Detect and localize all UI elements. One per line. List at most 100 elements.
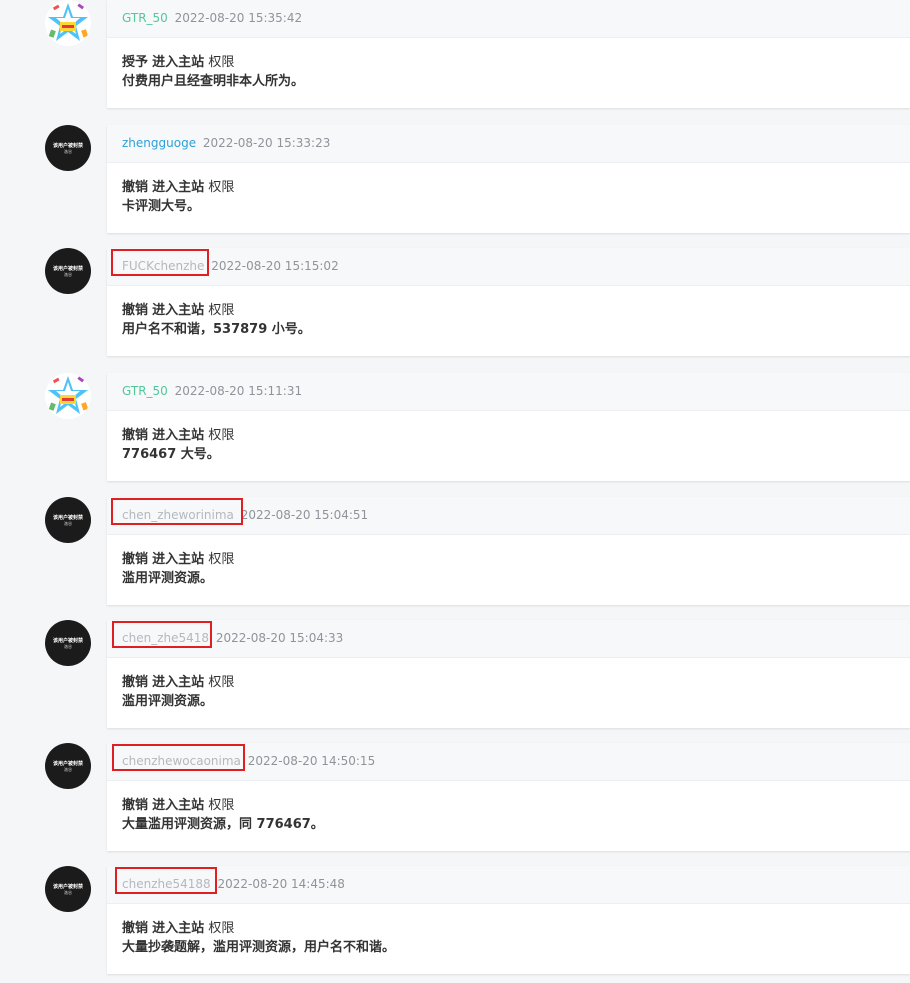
log-card-body: 撤销 进入主站 权限 大量抄袭题解，滥用评测资源，用户名不和谐。 — [107, 904, 910, 957]
username-link[interactable]: chenzhe54188 — [122, 877, 211, 891]
log-card-body: 授予 进入主站 权限 付费用户且经查明非本人所为。 — [107, 38, 910, 91]
permission-action-line: 授予 进入主站 权限 — [122, 53, 895, 72]
action-verb: 撤销 — [122, 675, 149, 690]
log-card-body: 撤销 进入主站 权限 滥用评测资源。 — [107, 658, 910, 711]
action-verb: 撤销 — [122, 921, 149, 936]
permission-name: 进入主站 — [152, 921, 205, 936]
log-card: GTR_50 2022-08-20 15:11:31 撤销 进入主站 权限 77… — [107, 373, 910, 481]
log-entry: 该用户被封禁 洛谷 FUCKchenzhe 2022-08-20 15:15:0… — [0, 248, 910, 356]
log-card-header: chen_zhe5418 2022-08-20 15:04:33 — [107, 620, 910, 658]
permission-action-line: 撤销 进入主站 权限 — [122, 919, 895, 938]
reason-text: 用户名不和谐，537879 小号。 — [122, 322, 311, 337]
action-verb: 撤销 — [122, 180, 149, 195]
action-verb: 撤销 — [122, 428, 149, 443]
log-card-body: 撤销 进入主站 权限 卡评测大号。 — [107, 163, 910, 216]
permission-name: 进入主站 — [152, 798, 205, 813]
username-link[interactable]: chen_zheworinima — [122, 508, 234, 522]
log-card-header: chenzhewocaonima 2022-08-20 14:50:15 — [107, 743, 910, 781]
log-card-header: GTR_50 2022-08-20 15:11:31 — [107, 373, 910, 411]
reason-text: 776467 大号。 — [122, 447, 220, 462]
permission-suffix: 权限 — [208, 675, 235, 690]
username-link[interactable]: zhengguoge — [122, 136, 196, 150]
log-entry: 该用户被封禁 洛谷 chen_zheworinima 2022-08-20 15… — [0, 497, 910, 605]
star-badge-icon — [45, 373, 91, 419]
log-entry: GTR_50 2022-08-20 15:11:31 撤销 进入主站 权限 77… — [0, 373, 910, 481]
log-entry: 该用户被封禁 洛谷 chenzhewocaonima 2022-08-20 14… — [0, 743, 910, 851]
username-link[interactable]: chen_zhe5418 — [122, 631, 209, 645]
action-verb: 授予 — [122, 55, 149, 70]
log-entry: 该用户被封禁 洛谷 chenzhe54188 2022-08-20 14:45:… — [0, 866, 910, 974]
log-card-header: chenzhe54188 2022-08-20 14:45:48 — [107, 866, 910, 904]
timestamp: 2022-08-20 15:11:31 — [174, 384, 303, 398]
permission-name: 进入主站 — [152, 675, 205, 690]
log-card-body: 撤销 进入主站 权限 用户名不和谐，537879 小号。 — [107, 286, 910, 339]
banned-avatar-subtext: 洛谷 — [64, 766, 72, 772]
timestamp: 2022-08-20 15:04:51 — [240, 508, 369, 522]
permission-name: 进入主站 — [152, 180, 205, 195]
username-link[interactable]: chenzhewocaonima — [122, 754, 241, 768]
avatar[interactable]: 该用户被封禁 洛谷 — [45, 125, 91, 171]
log-card: zhengguoge 2022-08-20 15:33:23 撤销 进入主站 权… — [107, 125, 910, 233]
reason-text: 大量滥用评测资源，同 776467。 — [122, 817, 324, 832]
avatar[interactable] — [45, 373, 91, 419]
reason-text: 滥用评测资源。 — [122, 694, 214, 709]
log-card-header: zhengguoge 2022-08-20 15:33:23 — [107, 125, 910, 163]
permission-suffix: 权限 — [208, 55, 235, 70]
action-verb: 撤销 — [122, 798, 149, 813]
log-card: GTR_50 2022-08-20 15:35:42 授予 进入主站 权限 付费… — [107, 0, 910, 108]
timestamp: 2022-08-20 15:04:33 — [215, 631, 344, 645]
log-card: chen_zhe5418 2022-08-20 15:04:33 撤销 进入主站… — [107, 620, 910, 728]
log-card: FUCKchenzhe 2022-08-20 15:15:02 撤销 进入主站 … — [107, 248, 910, 356]
log-card: chen_zheworinima 2022-08-20 15:04:51 撤销 … — [107, 497, 910, 605]
banned-avatar-subtext: 洛谷 — [64, 520, 72, 526]
banned-avatar-subtext: 洛谷 — [64, 148, 72, 154]
timestamp: 2022-08-20 14:45:48 — [217, 877, 345, 891]
log-entry: GTR_50 2022-08-20 15:35:42 授予 进入主站 权限 付费… — [0, 0, 910, 108]
reason-text: 卡评测大号。 — [122, 199, 201, 214]
action-verb: 撤销 — [122, 303, 149, 318]
permission-action-line: 撤销 进入主站 权限 — [122, 301, 895, 320]
permission-action-line: 撤销 进入主站 权限 — [122, 796, 895, 815]
reason-text: 大量抄袭题解，滥用评测资源，用户名不和谐。 — [122, 940, 396, 955]
permission-suffix: 权限 — [208, 428, 235, 443]
avatar[interactable]: 该用户被封禁 洛谷 — [45, 866, 91, 912]
permission-name: 进入主站 — [152, 303, 205, 318]
permission-name: 进入主站 — [152, 428, 205, 443]
log-card-header: chen_zheworinima 2022-08-20 15:04:51 — [107, 497, 910, 535]
log-card-body: 撤销 进入主站 权限 大量滥用评测资源，同 776467。 — [107, 781, 910, 834]
permission-log-feed: GTR_50 2022-08-20 15:35:42 授予 进入主站 权限 付费… — [0, 0, 910, 983]
avatar[interactable]: 该用户被封禁 洛谷 — [45, 248, 91, 294]
permission-suffix: 权限 — [208, 180, 235, 195]
log-card: chenzhewocaonima 2022-08-20 14:50:15 撤销 … — [107, 743, 910, 851]
username-link[interactable]: FUCKchenzhe — [122, 259, 204, 273]
timestamp: 2022-08-20 14:50:15 — [247, 754, 376, 768]
timestamp: 2022-08-20 15:33:23 — [202, 136, 331, 150]
star-badge-icon — [45, 0, 91, 46]
log-card-body: 撤销 进入主站 权限 776467 大号。 — [107, 411, 910, 464]
avatar[interactable]: 该用户被封禁 洛谷 — [45, 620, 91, 666]
log-card: chenzhe54188 2022-08-20 14:45:48 撤销 进入主站… — [107, 866, 910, 974]
username-link[interactable]: GTR_50 — [122, 11, 168, 25]
permission-action-line: 撤销 进入主站 权限 — [122, 550, 895, 569]
username-link[interactable]: GTR_50 — [122, 384, 168, 398]
avatar[interactable]: 该用户被封禁 洛谷 — [45, 497, 91, 543]
reason-text: 付费用户且经查明非本人所为。 — [122, 74, 305, 89]
permission-suffix: 权限 — [208, 303, 235, 318]
avatar[interactable] — [45, 0, 91, 46]
permission-suffix: 权限 — [208, 921, 235, 936]
log-entry: 该用户被封禁 洛谷 chen_zhe5418 2022-08-20 15:04:… — [0, 620, 910, 728]
permission-suffix: 权限 — [208, 552, 235, 567]
permission-suffix: 权限 — [208, 798, 235, 813]
avatar[interactable]: 该用户被封禁 洛谷 — [45, 743, 91, 789]
log-card-header: FUCKchenzhe 2022-08-20 15:15:02 — [107, 248, 910, 286]
permission-action-line: 撤销 进入主站 权限 — [122, 673, 895, 692]
banned-avatar-subtext: 洛谷 — [64, 643, 72, 649]
log-entry: 该用户被封禁 洛谷 zhengguoge 2022-08-20 15:33:23… — [0, 125, 910, 233]
reason-text: 滥用评测资源。 — [122, 571, 214, 586]
log-card-body: 撤销 进入主站 权限 滥用评测资源。 — [107, 535, 910, 588]
banned-avatar-subtext: 洛谷 — [64, 889, 72, 895]
banned-avatar-subtext: 洛谷 — [64, 271, 72, 277]
permission-action-line: 撤销 进入主站 权限 — [122, 426, 895, 445]
timestamp: 2022-08-20 15:35:42 — [174, 11, 303, 25]
permission-action-line: 撤销 进入主站 权限 — [122, 178, 895, 197]
